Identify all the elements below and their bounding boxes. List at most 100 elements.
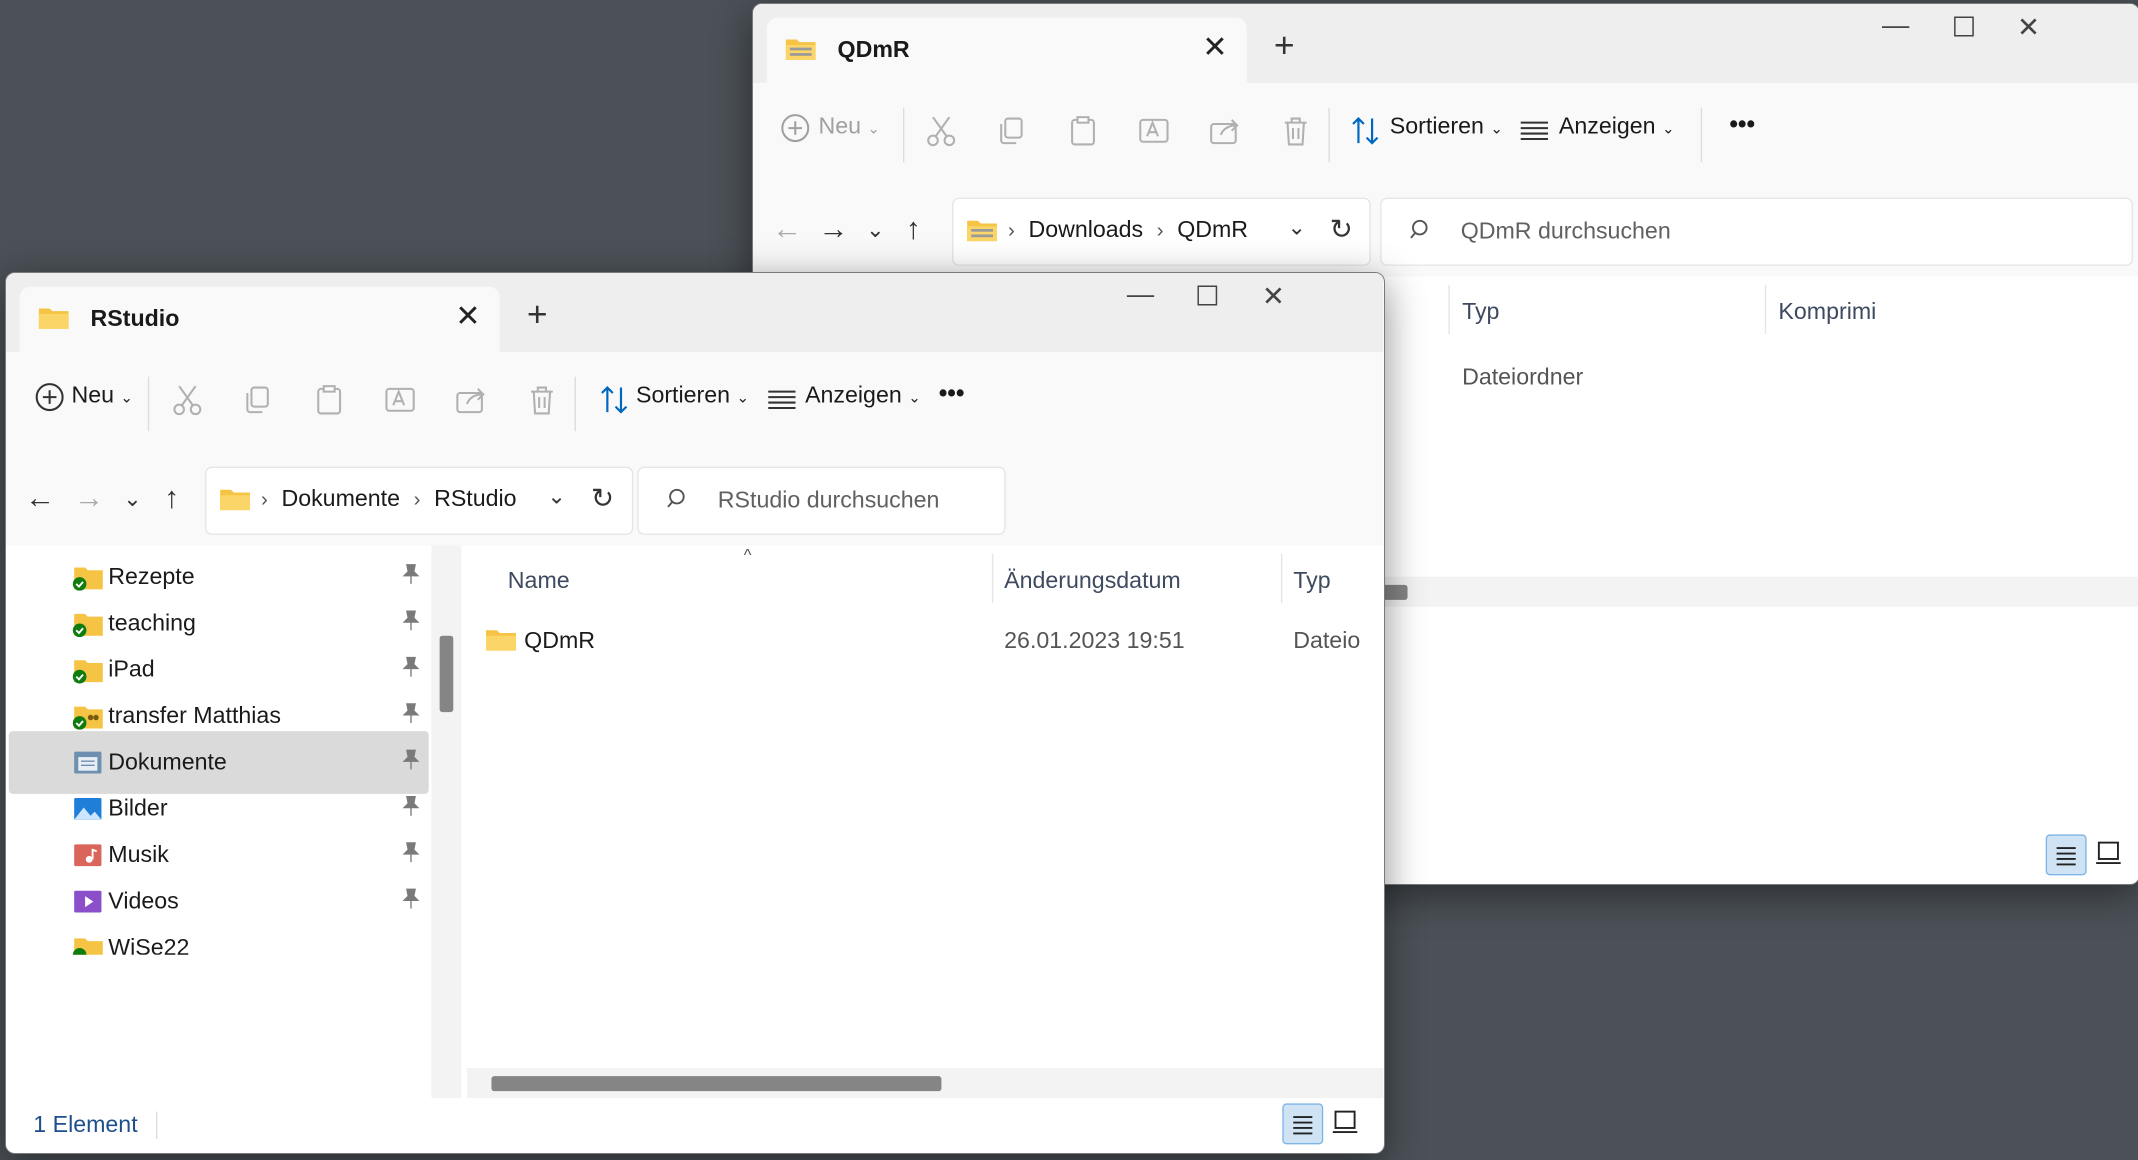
delete-icon[interactable]	[1278, 113, 1313, 148]
title-bar[interactable]: QDmR ✕ + — ☐ ✕	[753, 4, 2138, 84]
pin-icon[interactable]	[400, 610, 422, 632]
pin-icon[interactable]	[400, 795, 422, 817]
status-bar: 1 Element	[6, 1097, 1384, 1153]
search-input[interactable]: RStudio durchsuchen	[718, 487, 940, 514]
column-header-type[interactable]: Typ	[1293, 568, 1330, 595]
breadcrumb-item[interactable]: RStudio	[434, 486, 516, 512]
search-box[interactable]: RStudio durchsuchen	[637, 466, 1006, 535]
vertical-scrollbar[interactable]	[431, 545, 462, 1098]
column-header-type[interactable]: Typ	[1462, 299, 1499, 326]
details-view-icon	[1293, 1116, 1313, 1135]
address-dropdown-chevron-icon[interactable]: ⌄	[1288, 214, 1306, 241]
column-header-date[interactable]: Änderungsdatum	[1004, 568, 1181, 595]
pin-icon[interactable]	[400, 563, 422, 585]
recent-locations-chevron-icon[interactable]: ⌄	[123, 486, 141, 513]
file-type-cell: Dateio	[1293, 627, 1361, 654]
cut-icon[interactable]	[170, 382, 205, 417]
new-tab-button[interactable]: +	[1274, 27, 1295, 62]
copy-icon[interactable]	[994, 113, 1029, 148]
scrollbar-thumb[interactable]	[439, 635, 454, 713]
paste-icon[interactable]	[311, 382, 346, 417]
column-divider[interactable]	[991, 553, 994, 603]
forward-arrow-icon[interactable]: →	[74, 480, 104, 515]
more-options-button[interactable]: •••	[1729, 110, 1755, 139]
title-bar[interactable]: RStudio ✕ + — ☐ ✕	[6, 273, 1384, 353]
navigation-bar: ← → ⌄ ↑ › Dokumente › RStudio ⌄ ↻ RStudio d…	[6, 452, 1384, 546]
column-header-compressed[interactable]: Komprimi	[1778, 299, 1876, 326]
paste-icon[interactable]	[1065, 113, 1100, 148]
table-row[interactable]: QDmR 26.01.2023 19:51 Dateio	[481, 617, 1384, 663]
back-arrow-icon[interactable]: ←	[25, 480, 55, 515]
pin-icon[interactable]	[400, 703, 422, 725]
close-tab-icon[interactable]: ✕	[1202, 30, 1227, 65]
column-divider[interactable]	[1448, 284, 1450, 334]
details-view-button[interactable]	[1282, 1103, 1324, 1145]
sort-icon	[1352, 116, 1379, 145]
up-arrow-icon[interactable]: ↑	[164, 480, 179, 515]
column-divider[interactable]	[1764, 284, 1767, 334]
tab-qdmr[interactable]: QDmR ✕	[766, 17, 1247, 84]
copy-icon[interactable]	[241, 382, 276, 417]
documents-icon	[74, 751, 102, 774]
pin-icon[interactable]	[400, 888, 422, 910]
address-bar[interactable]: › Downloads › QDmR ⌄ ↻	[952, 197, 1371, 266]
column-header-name[interactable]: Name	[508, 568, 570, 595]
details-view-button[interactable]	[2045, 834, 2087, 876]
cut-icon[interactable]	[923, 113, 958, 148]
sidebar-item-wise22[interactable]: WiSe22	[9, 917, 429, 955]
close-window-button[interactable]: ✕	[2017, 11, 2040, 45]
divider	[1328, 107, 1330, 163]
back-arrow-icon[interactable]: ←	[772, 211, 802, 246]
tiles-view-button[interactable]	[2089, 834, 2127, 872]
divider	[147, 376, 150, 432]
breadcrumb-item[interactable]: Downloads	[1028, 217, 1143, 243]
horizontal-scrollbar[interactable]	[466, 1067, 1384, 1098]
view-button[interactable]: Anzeigen ⌄	[805, 382, 921, 409]
refresh-icon[interactable]: ↻	[1330, 213, 1353, 247]
recent-locations-chevron-icon[interactable]: ⌄	[866, 217, 884, 244]
chevron-right-icon: ›	[413, 488, 421, 512]
share-icon[interactable]	[1207, 113, 1242, 148]
breadcrumb-item[interactable]: QDmR	[1177, 217, 1248, 243]
view-button[interactable]: Anzeigen ⌄	[1559, 113, 1675, 140]
refresh-icon[interactable]: ↻	[591, 482, 614, 516]
pin-icon[interactable]	[400, 749, 422, 771]
sort-button[interactable]: Sortieren ⌄	[1390, 113, 1503, 140]
sidebar-item-label: WiSe22	[108, 934, 190, 955]
address-bar[interactable]: › Dokumente › RStudio ⌄ ↻	[205, 466, 634, 535]
minimize-button[interactable]: —	[1882, 11, 1909, 42]
sort-button[interactable]: Sortieren ⌄	[636, 382, 749, 409]
maximize-button[interactable]: ☐	[1952, 11, 1976, 45]
minimize-button[interactable]: —	[1127, 280, 1154, 311]
file-date-cell: 26.01.2023 19:51	[1004, 627, 1185, 654]
sidebar-item-label: transfer Matthias	[108, 702, 281, 729]
maximize-button[interactable]: ☐	[1195, 280, 1219, 314]
share-icon[interactable]	[453, 382, 488, 417]
new-button[interactable]: Neu ⌄	[818, 113, 880, 140]
folder-icon	[38, 308, 69, 329]
forward-arrow-icon[interactable]: →	[818, 211, 848, 246]
pin-icon[interactable]	[400, 656, 422, 678]
search-box[interactable]: QDmR durchsuchen	[1380, 197, 2133, 266]
address-dropdown-chevron-icon[interactable]: ⌄	[547, 483, 565, 510]
scrollbar-thumb[interactable]	[491, 1076, 942, 1092]
tiles-view-icon	[2096, 841, 2121, 865]
close-window-button[interactable]: ✕	[1262, 280, 1285, 314]
tiles-view-button[interactable]	[1326, 1103, 1364, 1141]
rename-icon[interactable]	[382, 382, 417, 417]
breadcrumb-item[interactable]: Dokumente	[281, 486, 400, 512]
new-tab-button[interactable]: +	[527, 296, 548, 331]
folder-icon	[220, 489, 251, 511]
up-arrow-icon[interactable]: ↑	[906, 211, 921, 246]
search-input[interactable]: QDmR durchsuchen	[1461, 218, 1671, 245]
delete-icon[interactable]	[524, 382, 559, 417]
plus-circle-icon	[35, 383, 64, 412]
rename-icon[interactable]	[1136, 113, 1171, 148]
videos-icon	[74, 890, 102, 913]
pin-icon[interactable]	[400, 842, 422, 864]
close-tab-icon[interactable]: ✕	[455, 299, 480, 334]
new-button[interactable]: Neu ⌄	[71, 382, 133, 409]
more-options-button[interactable]: •••	[939, 379, 965, 408]
column-divider[interactable]	[1280, 553, 1283, 603]
tab-rstudio[interactable]: RStudio ✕	[19, 286, 500, 353]
